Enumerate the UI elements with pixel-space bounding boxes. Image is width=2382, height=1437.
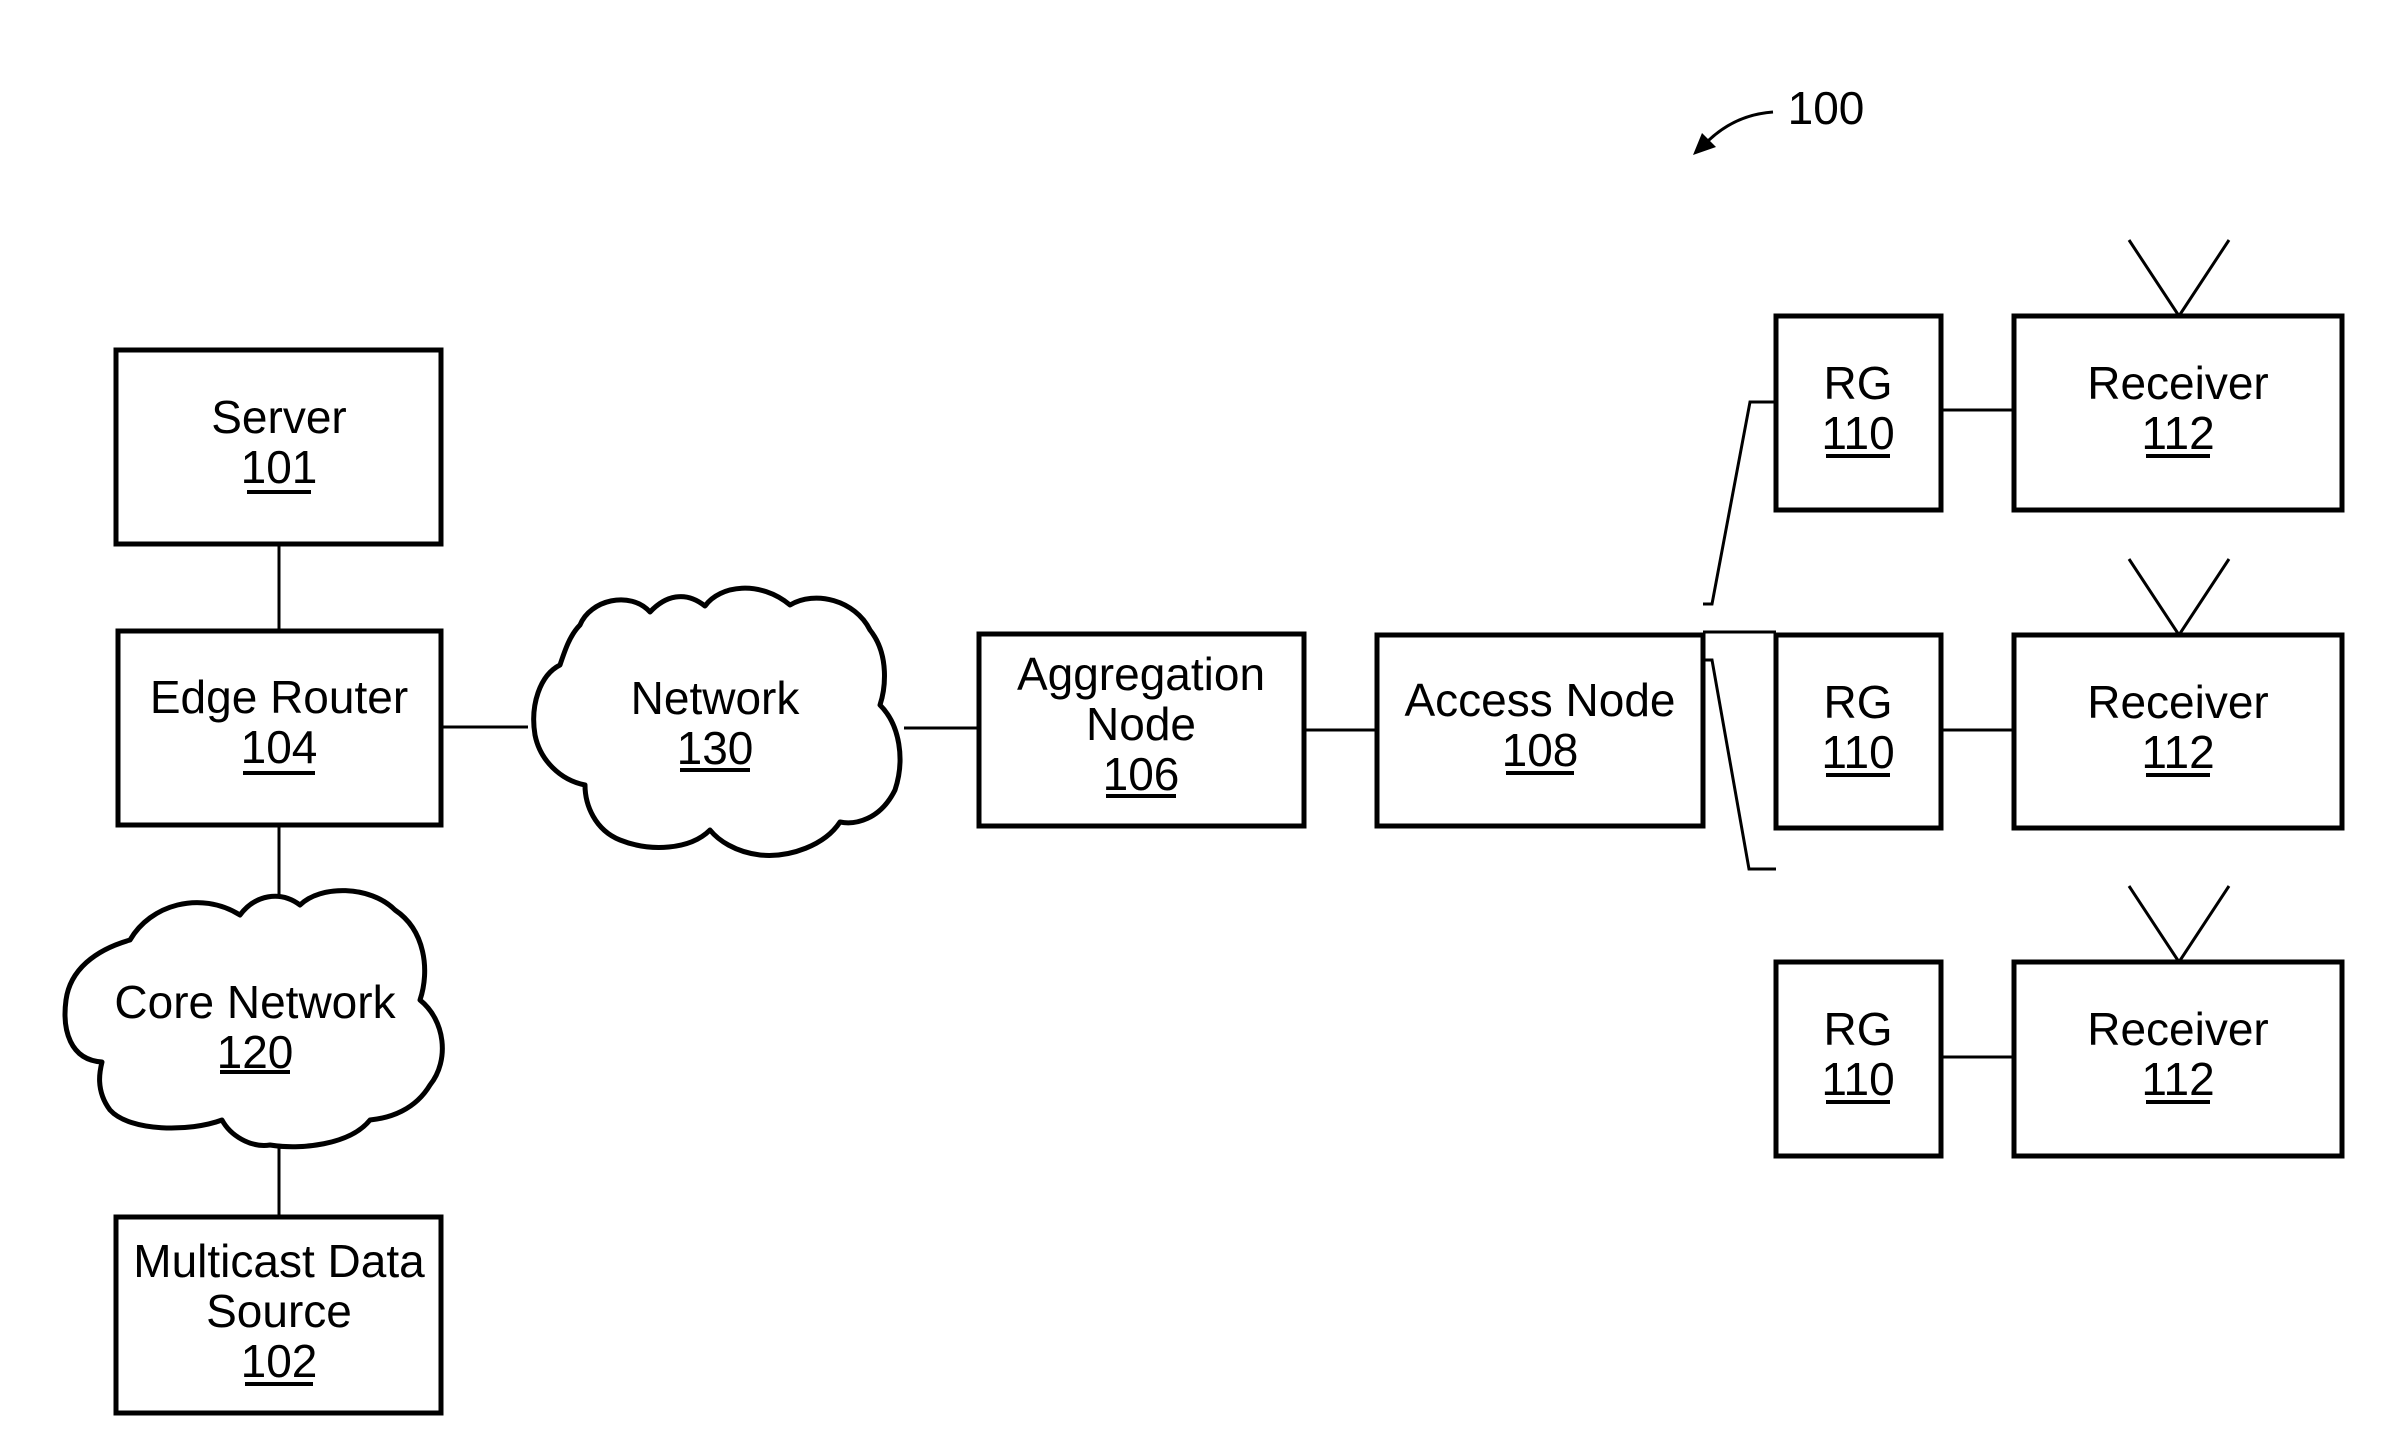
node-ref: 108 <box>1502 724 1579 776</box>
network-diagram: 100 Server 101 Edge Router 104 Core Netw… <box>62 82 2345 1416</box>
antenna-icon <box>2127 558 2231 638</box>
node-ref: 112 <box>2141 1053 2214 1105</box>
node-ref: 104 <box>241 721 318 773</box>
node-name: Access Node <box>1404 674 1675 726</box>
node-name: RG <box>1824 676 1893 728</box>
figure-reference: 100 <box>1693 82 1864 155</box>
node-name: Aggregation <box>1017 648 1265 700</box>
reference-arrow <box>1702 110 1774 147</box>
node-name: Server <box>211 391 346 443</box>
node-name: Receiver <box>2087 357 2269 409</box>
node-ref: 112 <box>2141 726 2214 778</box>
node-ref: 110 <box>1821 726 1894 778</box>
antenna-icon <box>2127 885 2231 965</box>
node-name: Multicast Data <box>133 1235 425 1287</box>
antenna-icon <box>2127 239 2231 319</box>
rg-1-label: RG 110 <box>1821 357 1894 459</box>
rg-2-label: RG 110 <box>1821 676 1894 778</box>
rg-3-label: RG 110 <box>1821 1003 1894 1105</box>
node-name: Network <box>631 672 801 724</box>
figure-reference-label: 100 <box>1788 82 1865 134</box>
node-ref: 106 <box>1103 748 1180 800</box>
node-name: RG <box>1824 1003 1893 1055</box>
node-name: Core Network <box>114 976 396 1028</box>
edge-access-rg-3 <box>1703 658 1776 871</box>
node-ref: 110 <box>1821 407 1894 459</box>
node-ref: 102 <box>241 1335 318 1387</box>
node-name: Edge Router <box>150 671 408 723</box>
node-name: RG <box>1824 357 1893 409</box>
node-name: Receiver <box>2087 1003 2269 1055</box>
node-ref: 101 <box>241 441 318 493</box>
edge-access-rg-1 <box>1703 400 1776 606</box>
node-ref: 130 <box>677 722 754 774</box>
node-ref: 110 <box>1821 1053 1894 1105</box>
node-name-line-2: Source <box>206 1285 352 1337</box>
node-ref: 112 <box>2141 407 2214 459</box>
node-name-line-2: Node <box>1086 698 1196 750</box>
node-name: Receiver <box>2087 676 2269 728</box>
